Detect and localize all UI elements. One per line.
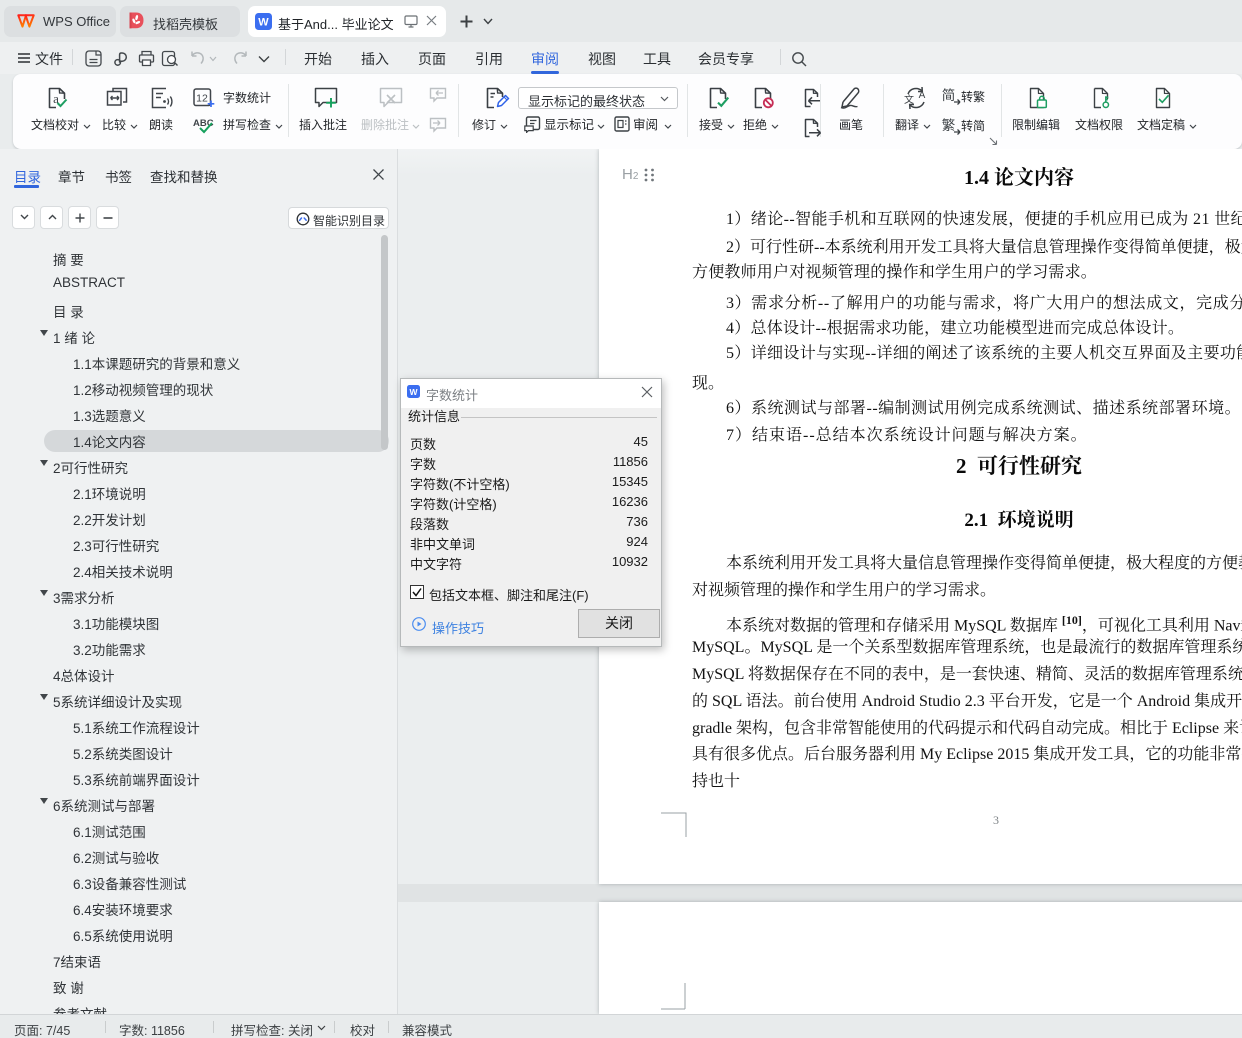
svg-text:文: 文: [904, 93, 914, 106]
svg-text:简: 简: [942, 87, 956, 103]
svg-text:繁: 繁: [942, 118, 956, 133]
svg-text:W: W: [258, 17, 269, 29]
svg-text:W: W: [409, 387, 418, 397]
svg-text:A: A: [919, 90, 926, 101]
svg-text:12: 12: [196, 93, 208, 105]
